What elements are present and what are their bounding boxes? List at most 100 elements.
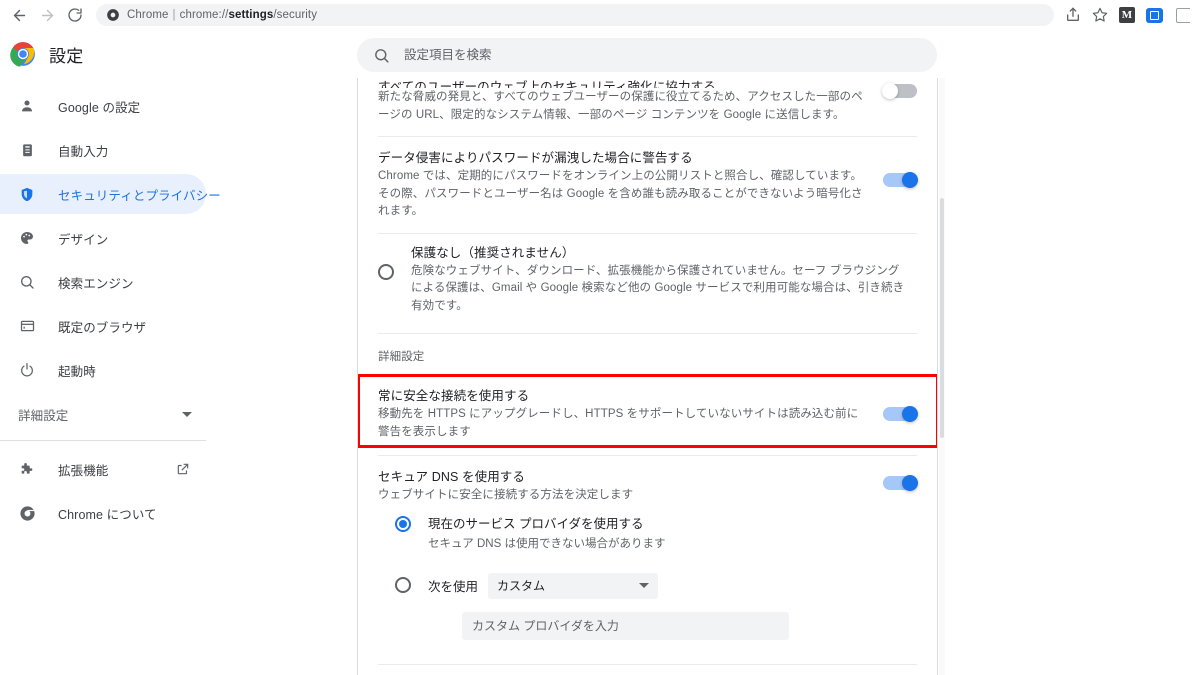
sidebar-advanced-toggle[interactable]: 詳細設定	[0, 394, 206, 434]
extension-m-badge: M	[1119, 7, 1135, 23]
url-prefix: chrome://	[179, 9, 229, 21]
sidebar-item-label: 既定のブラウザ	[58, 320, 147, 335]
toggle-knob	[882, 83, 898, 99]
extension-blue-badge	[1145, 7, 1163, 23]
extension-partial-badge	[1176, 7, 1190, 23]
chrome-page-icon	[106, 8, 120, 22]
secure-dns-options: 現在のサービス プロバイダを使用する セキュア DNS は使用できない場合があり…	[358, 507, 937, 640]
bookmark-star-icon[interactable]	[1087, 2, 1113, 28]
external-link-icon	[176, 462, 190, 476]
toolbar-actions: M	[1060, 2, 1194, 28]
settings-header: 設定	[0, 30, 1200, 78]
sidebar-item-appearance[interactable]: デザイン	[0, 218, 206, 258]
sidebar-item-default-browser[interactable]: 既定のブラウザ	[0, 306, 206, 346]
sidebar-item-search-engine[interactable]: 検索エンジン	[0, 262, 206, 302]
row-text-block: セキュア DNS を使用する ウェブサイトに安全に接続する方法を決定します	[378, 468, 883, 505]
toggle-knob	[902, 406, 918, 422]
row-description: 危険なウェブサイト、ダウンロード、拡張機能から保護されていません。セーフ ブラウ…	[411, 264, 905, 312]
back-button[interactable]	[6, 2, 32, 28]
main-layout: Google の設定 自動入力 セキュリティとプライバシー デザイン 検索エンジ	[0, 78, 1200, 675]
forward-button[interactable]	[34, 2, 60, 28]
row-text-block: データ侵害によりパスワードが漏洩した場合に警告する Chrome では、定期的に…	[378, 149, 883, 221]
advanced-section-label: 詳細設定	[378, 351, 425, 363]
toggle-use-secure-dns[interactable]	[883, 475, 918, 491]
address-bar[interactable]: Chrome | chrome://settings/security	[96, 4, 1054, 26]
clipboard-icon	[18, 141, 36, 159]
chevron-down-icon	[182, 411, 192, 417]
sidebar-item-label: Chrome について	[58, 507, 157, 522]
custom-provider-input[interactable]	[472, 618, 779, 633]
extension-m-icon[interactable]: M	[1114, 2, 1140, 28]
dns-option-label: 現在のサービス プロバイダを使用する	[428, 516, 644, 531]
navigation-buttons	[6, 2, 88, 28]
browser-window-icon	[18, 317, 36, 335]
sidebar-item-autofill[interactable]: 自動入力	[0, 130, 206, 170]
radio-custom-provider[interactable]	[395, 576, 411, 593]
row-always-use-secure-connections[interactable]: 常に安全な接続を使用する 移動先を HTTPS にアップグレードし、HTTPS …	[358, 374, 937, 455]
security-settings-card: すべてのユーザーのウェブ上のセキュリティ強化に協力する 新たな脅威の発見と、すべ…	[357, 78, 938, 675]
search-icon	[18, 273, 36, 291]
row-text-block: 保護なし（推奨されません） 危険なウェブサイト、ダウンロード、拡張機能から保護さ…	[411, 244, 917, 316]
sidebar-item-extensions[interactable]: 拡張機能	[0, 449, 206, 489]
sidebar-item-label: 拡張機能	[58, 463, 109, 478]
dns-provider-selected-value: カスタム	[497, 579, 546, 593]
sidebar-item-label: デザイン	[58, 232, 109, 247]
scrollbar-thumb[interactable]	[940, 198, 944, 438]
search-icon	[373, 47, 390, 64]
person-icon	[18, 97, 36, 115]
toggle-knob	[902, 172, 918, 188]
row-description: Chrome では、定期的にパスワードをオンライン上の公開リストと照合し、確認し…	[378, 170, 863, 217]
custom-provider-field[interactable]	[462, 611, 789, 640]
toggle-help-improve-security[interactable]	[882, 83, 917, 99]
row-password-breach-warning[interactable]: データ侵害によりパスワードが漏洩した場合に警告する Chrome では、定期的に…	[358, 137, 937, 233]
highlight-anchor: 常に安全な接続を使用する 移動先を HTTPS にアップグレードし、HTTPS …	[358, 374, 937, 455]
dns-custom-label: 次を使用	[428, 580, 479, 594]
settings-content: すべてのユーザーのウェブ上のセキュリティ強化に協力する 新たな脅威の発見と、すべ…	[357, 78, 1200, 675]
reload-button[interactable]	[62, 2, 88, 28]
sidebar-item-security-privacy[interactable]: セキュリティとプライバシー	[0, 174, 221, 214]
sidebar-item-google[interactable]: Google の設定	[0, 86, 206, 126]
dns-option-custom-provider[interactable]: 次を使用 カスタム	[395, 557, 937, 603]
dns-custom-inline: 次を使用 カスタム	[428, 572, 659, 599]
dns-provider-select[interactable]: カスタム	[488, 572, 659, 599]
row-title: 保護なし（推奨されません）	[411, 245, 575, 260]
row-description: 新たな脅威の発見と、すべてのウェブユーザーの保護に役立てるため、アクセスした一部…	[378, 91, 863, 121]
address-site-label: Chrome	[127, 9, 169, 21]
row-title: 常に安全な接続を使用する	[378, 389, 530, 403]
row-help-improve-security[interactable]: すべてのユーザーのウェブ上のセキュリティ強化に協力する 新たな脅威の発見と、すべ…	[358, 78, 937, 136]
search-input[interactable]	[404, 48, 921, 62]
row-text-block: すべてのユーザーのウェブ上のセキュリティ強化に協力する 新たな脅威の発見と、すべ…	[378, 78, 883, 124]
row-manage-certificates[interactable]: 証明書の管理 HTTPS / SSL の証明書と設定を管理します	[358, 665, 937, 675]
sidebar-item-about-chrome[interactable]: Chrome について	[0, 493, 206, 533]
toggle-password-breach-warning[interactable]	[883, 172, 918, 188]
sidebar-item-on-startup[interactable]: 起動時	[0, 350, 206, 390]
chrome-logo-icon	[10, 41, 36, 67]
row-text-block: 常に安全な接続を使用する 移動先を HTTPS にアップグレードし、HTTPS …	[378, 387, 883, 441]
dns-option-current-provider[interactable]: 現在のサービス プロバイダを使用する セキュア DNS は使用できない場合があり…	[395, 507, 937, 557]
extension-blue-icon[interactable]	[1141, 2, 1167, 28]
row-title: データ侵害によりパスワードが漏洩した場合に警告する	[378, 151, 693, 165]
power-icon	[18, 361, 36, 379]
browser-toolbar: Chrome | chrome://settings/security M	[0, 0, 1200, 30]
row-use-secure-dns[interactable]: セキュア DNS を使用する ウェブサイトに安全に接続する方法を決定します	[358, 456, 937, 507]
puzzle-icon	[18, 460, 36, 478]
row-title: セキュア DNS を使用する	[378, 470, 525, 484]
row-description: 移動先を HTTPS にアップグレードし、HTTPS をサポートしていないサイト…	[378, 408, 859, 438]
sidebar-item-label: セキュリティとプライバシー	[58, 188, 221, 203]
row-no-protection[interactable]: 保護なし（推奨されません） 危険なウェブサイト、ダウンロード、拡張機能から保護さ…	[358, 234, 937, 326]
settings-sidebar: Google の設定 自動入力 セキュリティとプライバシー デザイン 検索エンジ	[0, 78, 357, 675]
extension-partial-icon[interactable]	[1168, 2, 1194, 28]
url-suffix: /security	[273, 9, 318, 21]
palette-icon	[18, 229, 36, 247]
chrome-icon	[18, 504, 36, 522]
url-bold-segment: settings	[228, 9, 274, 21]
radio-current-provider[interactable]	[395, 515, 411, 532]
row-description: ウェブサイトに安全に接続する方法を決定します	[378, 489, 634, 501]
address-separator: |	[172, 9, 176, 21]
radio-no-protection[interactable]	[378, 263, 394, 280]
toggle-always-use-secure-connections[interactable]	[883, 406, 918, 422]
toggle-knob	[902, 475, 918, 491]
share-icon[interactable]	[1060, 2, 1086, 28]
settings-search-box[interactable]	[357, 38, 937, 72]
content-scrollbar[interactable]	[939, 78, 945, 675]
